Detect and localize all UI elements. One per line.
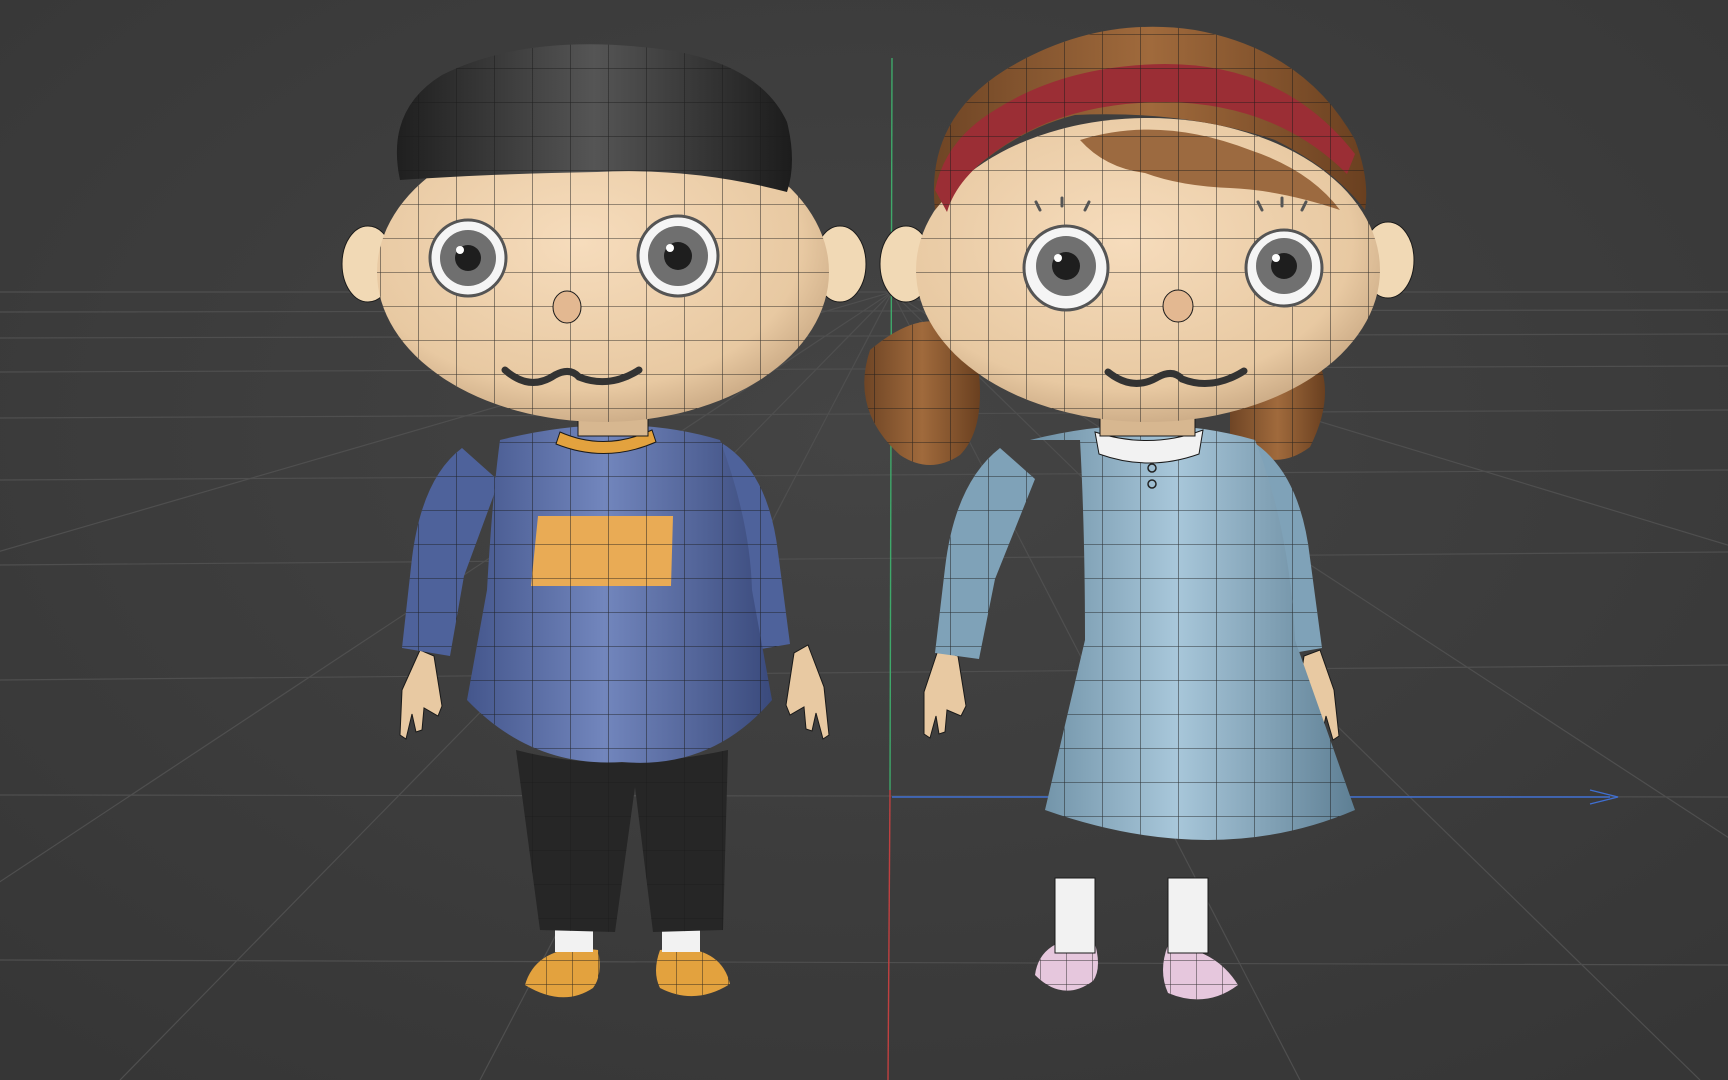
boy-sock-left	[555, 930, 593, 952]
girl-sock-left	[1054, 877, 1096, 954]
boy-sock-right	[662, 930, 700, 952]
boy-eye-right	[636, 214, 720, 298]
girl-eye-right	[1244, 228, 1324, 308]
girl-sock-right	[1167, 877, 1209, 954]
3d-viewport[interactable]	[0, 0, 1728, 1080]
girl-nose	[1162, 289, 1194, 323]
girl-eye-left	[1022, 224, 1110, 312]
boy-eye-left	[428, 218, 508, 298]
boy-nose	[552, 290, 582, 324]
scene-canvas[interactable]	[0, 0, 1728, 1080]
viewport-background	[0, 0, 1728, 1080]
